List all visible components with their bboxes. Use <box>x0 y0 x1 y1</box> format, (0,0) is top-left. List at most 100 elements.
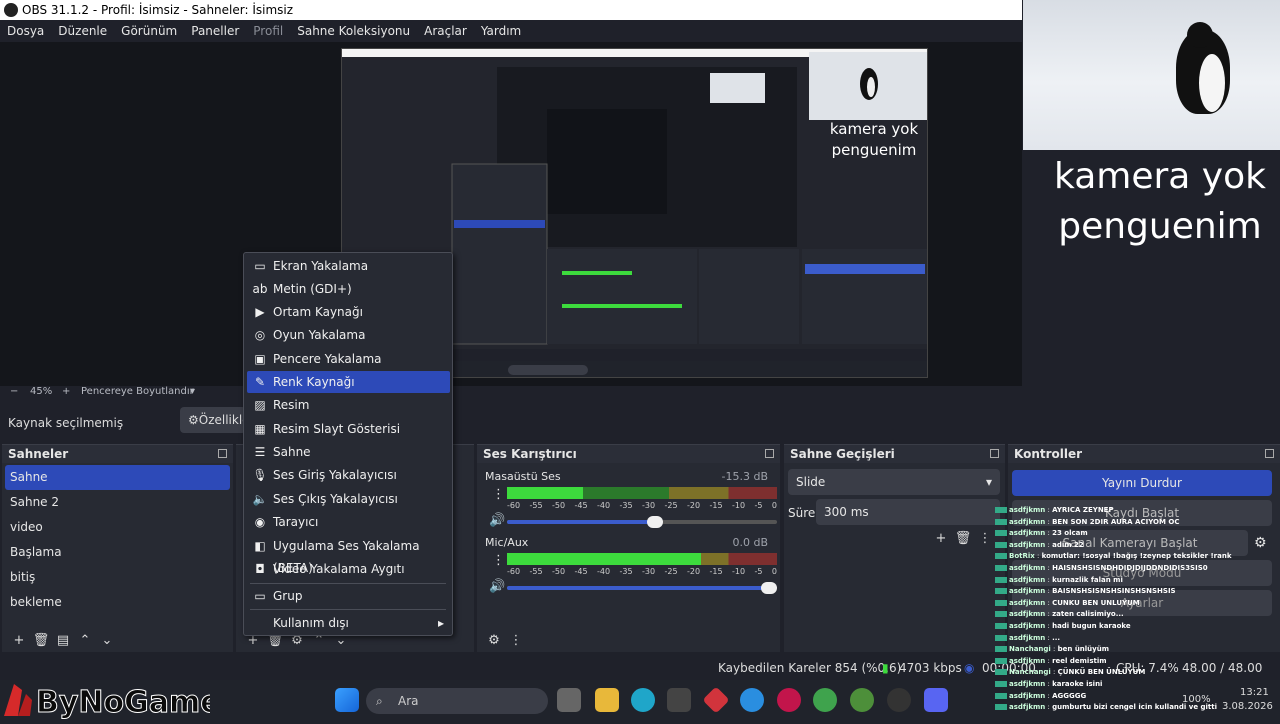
move-up-icon[interactable]: ⌃ <box>74 633 96 648</box>
zoom-out-button[interactable]: − <box>10 386 18 397</box>
menu-item-video-capture[interactable]: ◘ Video Yakalama Aygıtı <box>247 558 450 580</box>
scenes-title-label: Sahneler <box>8 447 69 461</box>
menu-item-group[interactable]: ▭ Grup <box>247 585 450 607</box>
chevron-down-icon: ▾ <box>985 475 992 489</box>
chat-user: asdfjkmn <box>1009 563 1046 572</box>
undock-icon[interactable] <box>1265 449 1274 458</box>
speaker-icon[interactable]: 🔊 <box>489 513 505 528</box>
menu-item-scene[interactable]: ☰ Sahne <box>247 441 450 463</box>
transitions-toolbar: + 🗑 ⋮ <box>930 531 996 546</box>
chat-user: asdfjkmn <box>1009 633 1046 642</box>
menu-scene-collection[interactable]: Sahne Koleksiyonu <box>290 20 417 42</box>
transition-select-value: Slide <box>796 475 826 489</box>
properties-button[interactable]: ⚙Özellikle <box>180 407 250 433</box>
chat-badge-icon <box>995 680 1007 687</box>
stream-chat-overlay: asdfjkmn : AYRICA ZEYNEP asdfjkmn : BEN … <box>995 505 1280 720</box>
chat-text: HAISNSHSISNDHDIDJDIJDDNDIDIS3SIS0 <box>1052 563 1208 572</box>
zoom-mode-select[interactable]: Pencereye Boyutlandır <box>81 386 194 397</box>
chat-text: hadi bugun karaoke <box>1052 621 1131 630</box>
menu-item-media-source[interactable]: ▶ Ortam Kaynağı <box>247 301 450 323</box>
menu-profile[interactable]: Profil <box>246 20 290 42</box>
chevron-down-icon[interactable]: ▾ <box>190 386 195 397</box>
windows-start-icon[interactable] <box>335 688 359 712</box>
chat-user: asdfjkmn <box>1009 587 1046 596</box>
stop-stream-button[interactable]: Yayını Durdur <box>1012 470 1272 496</box>
stream-icon: ◉ <box>964 661 975 675</box>
undock-icon[interactable] <box>218 449 227 458</box>
menu-docks[interactable]: Paneller <box>184 20 246 42</box>
volume-meter <box>507 487 777 499</box>
duration-input[interactable]: 300 ms <box>816 499 1000 525</box>
chat-text: 23 olcam <box>1052 529 1088 538</box>
zoom-in-button[interactable]: + <box>62 386 70 397</box>
scene-item[interactable]: Sahne 2 <box>2 490 233 515</box>
filter-icon[interactable]: ▤ <box>52 633 74 648</box>
volume-slider-handle[interactable] <box>647 516 663 528</box>
taskbar-search[interactable]: ⌕ Ara <box>366 688 548 714</box>
add-scene-icon[interactable]: + <box>8 633 30 648</box>
scene-item[interactable]: bekleme <box>2 590 233 615</box>
menu-item-color-source[interactable]: ✎ Renk Kaynağı <box>247 371 450 393</box>
menu-item-window-capture[interactable]: ▣ Pencere Yakalama <box>247 348 450 370</box>
file-explorer-icon[interactable] <box>595 688 619 712</box>
scene-item[interactable]: Sahne <box>5 465 230 490</box>
menu-item-label: Ses Çıkış Yakalayıcısı <box>273 492 398 506</box>
scene-item[interactable]: Başlama <box>2 540 233 565</box>
menu-item-image-slideshow[interactable]: ▦ Resim Slayt Gösterisi <box>247 418 450 440</box>
menu-item-audio-input[interactable]: 🎙 Ses Giriş Yakalayıcısı <box>247 464 450 486</box>
chat-text: ben ünlüyüm <box>1057 645 1110 654</box>
menu-item-browser[interactable]: ◉ Tarayıcı <box>247 511 450 533</box>
help-icon[interactable] <box>740 688 764 712</box>
menu-view[interactable]: Görünüm <box>114 20 184 42</box>
transition-select[interactable]: Slide ▾ <box>788 469 1000 495</box>
chrome-icon[interactable] <box>813 688 837 712</box>
menu-item-image[interactable]: ▨ Resim <box>247 394 450 416</box>
scene-item[interactable]: bitiş <box>2 565 233 590</box>
remove-scene-icon[interactable]: 🗑 <box>30 633 52 648</box>
undock-icon[interactable] <box>990 449 999 458</box>
menu-item-deprecated[interactable]: Kullanım dışı ▸ <box>247 612 450 634</box>
menu-item-app-audio[interactable]: ◧ Uygulama Ses Yakalama (BETA) <box>247 535 450 575</box>
more-options-icon[interactable]: ⋮ <box>492 553 505 568</box>
edge-icon[interactable] <box>631 688 655 712</box>
mixer-track-mic: Mic/Aux 0.0 dB ⋮ -60 -55 -50 -45 -40 -35 -30 -2… <box>481 534 777 598</box>
menu-item-text-gdi[interactable]: ab Metin (GDI+) <box>247 278 450 300</box>
opera-icon[interactable] <box>777 688 801 712</box>
gear-icon[interactable]: ⚙ <box>483 633 505 648</box>
chat-user: asdfjkmn <box>1009 621 1046 630</box>
speaker-icon[interactable]: 🔊 <box>489 579 505 594</box>
scene-transitions-dock: Sahne Geçişleri Slide ▾ Süre 300 ms + 🗑 ⋮ <box>784 444 1005 652</box>
menu-item-game-capture[interactable]: ◎ Oyun Yakalama <box>247 324 450 346</box>
obs-taskbar-icon[interactable] <box>887 688 911 712</box>
chat-badge-icon <box>995 692 1007 699</box>
undock-icon[interactable] <box>765 449 774 458</box>
add-transition-icon[interactable]: + <box>930 531 952 546</box>
app-icon[interactable] <box>702 686 730 714</box>
bynogame-logo-image: ByNoGame <box>4 684 221 721</box>
move-down-icon[interactable]: ⌄ <box>96 633 118 648</box>
menu-help[interactable]: Yardım <box>474 20 528 42</box>
menu-item-audio-output[interactable]: 🔈 Ses Çıkış Yakalayıcısı <box>247 488 450 510</box>
chat-badge-icon <box>995 657 1007 664</box>
volume-slider[interactable] <box>507 516 777 528</box>
chat-text: AGGGGG <box>1052 691 1087 700</box>
task-view-icon[interactable] <box>557 688 581 712</box>
chat-badge-icon <box>995 646 1007 653</box>
menu-file[interactable]: Dosya <box>0 20 51 42</box>
menu-tools[interactable]: Araçlar <box>417 20 474 42</box>
chat-message: asdfjkmn : hadi bugun karaoke <box>995 621 1280 633</box>
more-options-icon[interactable]: ⋮ <box>492 487 505 502</box>
discord-icon[interactable] <box>924 688 948 712</box>
microphone-icon: 🎙 <box>252 468 268 482</box>
volume-slider-handle[interactable] <box>761 582 777 594</box>
menu-edit[interactable]: Düzenle <box>51 20 114 42</box>
more-options-icon[interactable]: ⋮ <box>505 633 527 648</box>
menu-item-display-capture[interactable]: ▭ Ekran Yakalama <box>247 255 450 277</box>
more-options-icon[interactable]: ⋮ <box>974 531 996 546</box>
chrome-profile-icon[interactable] <box>850 688 874 712</box>
store-icon[interactable] <box>667 688 691 712</box>
chat-badge-icon <box>995 622 1007 629</box>
remove-transition-icon[interactable]: 🗑 <box>952 531 974 546</box>
volume-slider[interactable] <box>507 582 777 594</box>
scene-item[interactable]: video <box>2 515 233 540</box>
